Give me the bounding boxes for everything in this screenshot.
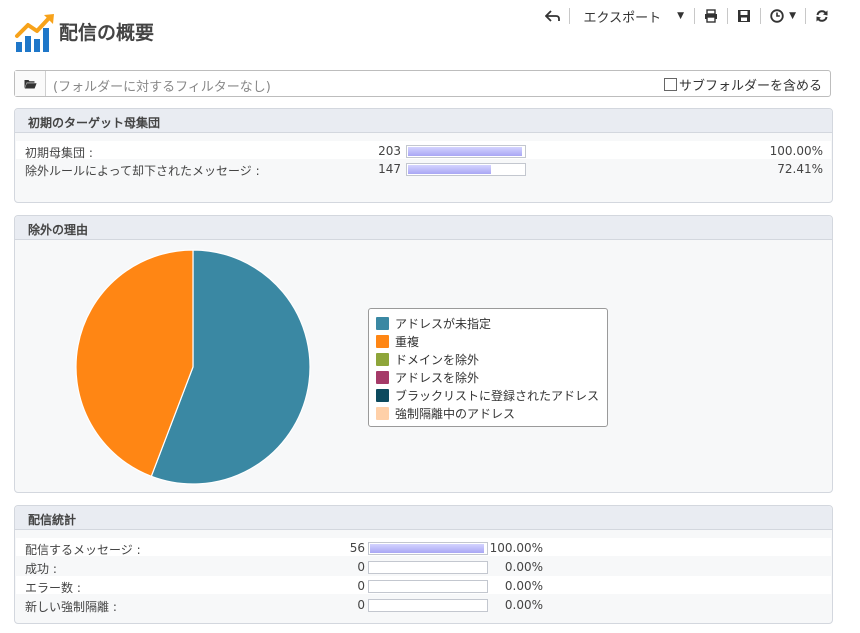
- stat-count: 0: [357, 560, 365, 574]
- stat-count: 147: [378, 162, 401, 176]
- export-button[interactable]: エクスポート ▼: [570, 6, 695, 26]
- progress-fill: [408, 165, 491, 174]
- stat-count: 203: [378, 144, 401, 158]
- stat-row-errors: エラー数 : 0 0.00%: [25, 577, 565, 595]
- stat-row-success: 成功 : 0 0.00%: [25, 558, 565, 576]
- folder-filter-input[interactable]: (フォルダーに対するフィルターなし): [53, 76, 271, 95]
- save-button[interactable]: [728, 6, 760, 26]
- export-label: エクスポート: [583, 10, 662, 26]
- progress-bar: [368, 561, 488, 574]
- back-button[interactable]: [536, 6, 569, 26]
- chevron-down-icon: ▼: [789, 11, 796, 21]
- folder-icon: [24, 79, 37, 88]
- progress-bar: [406, 145, 526, 158]
- stat-row-excluded-messages: 除外ルールによって却下されたメッセージ : 147 72.41%: [25, 160, 823, 178]
- stat-percent: 72.41%: [777, 162, 823, 176]
- stat-label: 初期母集団 :: [25, 146, 93, 160]
- chart-legend: アドレスが未指定 重複ドメインを除外 アドレスを除外ブラックリストに登録されたアドレ…: [368, 308, 608, 427]
- legend-label: ブラックリストに登録されたアドレス: [395, 388, 600, 403]
- legend-item-4[interactable]: ブラックリストに登録されたアドレス: [376, 386, 607, 404]
- legend-swatch: [376, 334, 389, 348]
- stat-label: エラー数 :: [25, 581, 81, 595]
- delivery-stats-panel: 配信統計 配信するメッセージ : 56 100.00% 成功 : 0 0.00%…: [14, 505, 833, 624]
- legend-swatch: [376, 406, 389, 420]
- initial-target-panel: 初期のターゲット母集団 初期母集団 : 203 100.00% 除外ルールによっ…: [14, 108, 833, 203]
- include-subfolders-toggle[interactable]: サブフォルダーを含める: [663, 75, 822, 94]
- clock-icon: [770, 9, 784, 23]
- print-button[interactable]: [695, 6, 727, 26]
- stat-count: 0: [357, 579, 365, 593]
- back-icon: [544, 10, 560, 22]
- stat-row-new-quarantine: 新しい強制隔離 : 0 0.00%: [25, 596, 565, 614]
- stat-percent: 0.00%: [504, 560, 543, 574]
- stat-percent: 100.00%: [769, 144, 823, 158]
- legend-item-0[interactable]: アドレスが未指定: [376, 314, 607, 332]
- panel-title: 除外の理由: [15, 216, 832, 240]
- save-icon: [738, 10, 751, 22]
- stat-row-messages-to-deliver: 配信するメッセージ : 56 100.00%: [25, 539, 565, 557]
- legend-label: アドレスが未指定: [395, 316, 492, 331]
- exclusion-reasons-panel: 除外の理由 アドレスが未指定 重複ドメインを除外 アドレスを除外ブラックリストに登録…: [14, 215, 833, 493]
- legend-label: アドレスを除外: [395, 370, 480, 385]
- folder-picker-button[interactable]: [15, 71, 46, 96]
- page-title: 配信の概要: [59, 22, 155, 44]
- stat-percent: 100.00%: [489, 541, 543, 555]
- stat-percent: 0.00%: [504, 598, 543, 612]
- include-subfolders-label: サブフォルダーを含める: [678, 79, 822, 94]
- legend-swatch: [376, 316, 389, 330]
- toolbar: エクスポート ▼ ▼: [536, 6, 838, 26]
- panel-title: 配信統計: [15, 506, 832, 530]
- refresh-icon: [816, 10, 828, 22]
- legend-item-3[interactable]: アドレスを除外: [376, 368, 607, 386]
- progress-bar: [368, 580, 488, 593]
- legend-swatch: [376, 388, 389, 402]
- stat-label: 新しい強制隔離 :: [25, 600, 117, 614]
- legend-label: 強制隔離中のアドレス: [395, 406, 516, 421]
- progress-bar: [368, 542, 488, 555]
- legend-item-2[interactable]: ドメインを除外: [376, 350, 607, 368]
- progress-bar: [406, 163, 526, 176]
- progress-fill: [408, 147, 522, 156]
- legend-label: 重複: [395, 334, 420, 349]
- legend-swatch: [376, 370, 389, 384]
- legend-item-1[interactable]: 重複: [376, 332, 607, 350]
- legend-label: ドメインを除外: [395, 352, 480, 367]
- folder-filter-bar: (フォルダーに対するフィルターなし) サブフォルダーを含める: [14, 70, 831, 97]
- legend-item-5[interactable]: 強制隔離中のアドレス: [376, 404, 607, 422]
- page-header: 配信の概要 エクスポート ▼ ▼: [0, 0, 860, 62]
- chart-logo-icon: [15, 14, 54, 52]
- exclusion-pie-chart: [75, 249, 311, 485]
- chevron-down-icon: ▼: [677, 11, 685, 21]
- stat-label: 除外ルールによって却下されたメッセージ :: [25, 164, 260, 178]
- stat-label: 配信するメッセージ :: [25, 543, 141, 557]
- stat-row-initial-population: 初期母集団 : 203 100.00%: [25, 142, 823, 160]
- print-icon: [705, 9, 718, 23]
- stat-label: 成功 :: [25, 562, 57, 576]
- progress-fill: [370, 544, 484, 553]
- stat-percent: 0.00%: [504, 579, 543, 593]
- refresh-button[interactable]: [806, 6, 838, 26]
- legend-swatch: [376, 352, 389, 366]
- progress-bar: [368, 599, 488, 612]
- include-subfolders-checkbox[interactable]: [663, 78, 677, 91]
- stat-count: 0: [357, 598, 365, 612]
- panel-title: 初期のターゲット母集団: [15, 109, 832, 133]
- stat-count: 56: [349, 541, 365, 555]
- history-button[interactable]: ▼: [761, 6, 805, 26]
